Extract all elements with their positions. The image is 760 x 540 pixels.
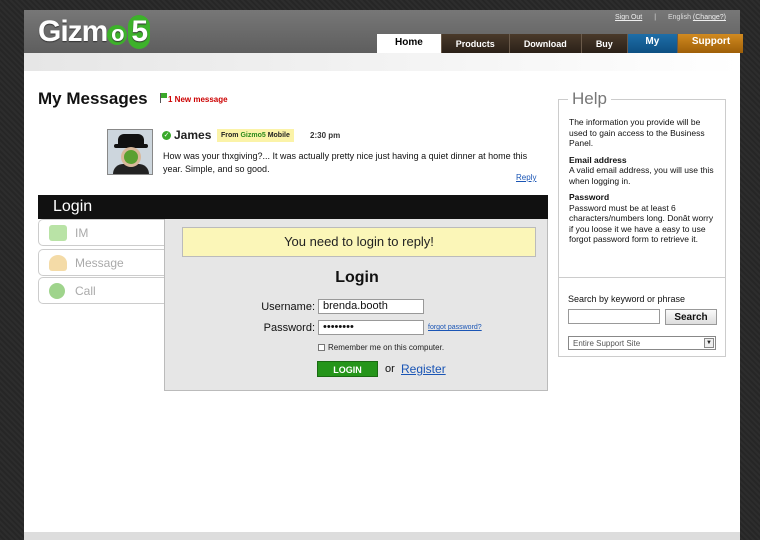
search-scope-select[interactable]: Entire Support Site ▼ xyxy=(568,336,716,350)
source-suffix: Mobile xyxy=(265,132,290,139)
side-tab-label: Call xyxy=(75,284,96,298)
sender-name: James xyxy=(174,128,212,142)
search-input[interactable] xyxy=(568,309,660,324)
sign-out-link[interactable]: Sign Out xyxy=(615,14,642,21)
search-button[interactable]: Search xyxy=(665,309,717,325)
reply-link[interactable]: Reply xyxy=(516,173,536,182)
remember-me-label[interactable]: Remember me on this computer. xyxy=(328,343,444,352)
tab-my[interactable]: My xyxy=(626,34,677,53)
search-label: Search by keyword or phrase xyxy=(568,294,686,304)
username-field[interactable]: brenda.booth xyxy=(318,299,424,314)
login-panel: You need to login to reply! Login Userna… xyxy=(164,219,548,391)
avatar xyxy=(107,129,153,175)
or-text: or xyxy=(385,363,395,375)
search-scope-value: Entire Support Site xyxy=(573,339,641,348)
help-password-text: Password must be at least 6 characters/n… xyxy=(569,202,714,245)
side-tab-label: Message xyxy=(75,256,124,270)
tab-support[interactable]: Support xyxy=(676,34,743,53)
forgot-password-link[interactable]: forgot password? xyxy=(428,324,482,331)
source-brand: Gizmo5 xyxy=(240,132,266,139)
language-label: English xyxy=(668,14,691,21)
tab-home[interactable]: Home xyxy=(377,34,441,54)
tab-download[interactable]: Download xyxy=(508,34,581,53)
tab-products[interactable]: Products xyxy=(440,34,509,53)
help-intro: The information you provide will be used… xyxy=(569,117,705,148)
password-field[interactable]: •••••••• xyxy=(318,320,424,335)
source-badge: From Gizmo5 Mobile xyxy=(217,129,294,142)
flag-icon xyxy=(160,93,167,103)
help-email-text: A valid email address, you will use this… xyxy=(569,165,714,186)
source-prefix: From xyxy=(221,132,241,139)
site-header: Gizm o 5 Sign Out | English (Change?) Home… xyxy=(24,10,743,54)
phone-icon xyxy=(49,283,65,299)
new-message-count: 1 New message xyxy=(168,95,228,104)
side-tab-im[interactable]: IM xyxy=(38,219,164,246)
message-body: How was your thxgiving?... It was actual… xyxy=(163,151,528,174)
content-top-bar xyxy=(24,53,740,71)
logo-text: Gizm xyxy=(38,15,108,48)
envelope-icon xyxy=(49,255,67,271)
register-link[interactable]: Register xyxy=(401,362,446,376)
chevron-down-icon: ▼ xyxy=(704,338,714,348)
logo-o: o xyxy=(107,23,128,45)
change-language-link[interactable]: (Change?) xyxy=(693,14,726,21)
page-footer xyxy=(24,532,740,540)
help-password-heading: Password xyxy=(569,192,610,202)
side-tab-label: IM xyxy=(75,226,89,240)
help-divider xyxy=(559,277,725,278)
side-tab-call[interactable]: Call xyxy=(38,277,164,304)
login-bar: Login xyxy=(38,195,548,219)
help-body: The information you provide will be used… xyxy=(569,117,719,245)
side-tab-message[interactable]: Message xyxy=(38,249,164,276)
page-title: My Messages xyxy=(38,89,148,108)
online-check-icon: ✓ xyxy=(162,131,171,140)
help-title: Help xyxy=(568,89,611,109)
new-message-indicator[interactable]: 1 New message xyxy=(160,93,228,104)
login-required-notice: You need to login to reply! xyxy=(182,227,536,257)
username-label: Username: xyxy=(261,301,315,313)
login-heading: Login xyxy=(335,269,379,286)
top-links: Sign Out | English (Change?) xyxy=(615,14,726,21)
password-label: Password: xyxy=(263,322,315,334)
main-content: My Messages 1 New message ✓ James From G… xyxy=(24,53,740,532)
message-time: 2:30 pm xyxy=(310,131,341,140)
tab-buy[interactable]: Buy xyxy=(580,34,627,53)
remember-me-checkbox[interactable] xyxy=(318,344,325,351)
login-button[interactable]: LOGIN xyxy=(317,361,378,377)
top-links-separator: | xyxy=(654,14,657,21)
chat-bubble-icon xyxy=(49,225,67,241)
help-email-heading: Email address xyxy=(569,154,627,165)
help-panel: Help The information you provide will be… xyxy=(558,89,726,357)
logo-five: 5 xyxy=(128,15,151,49)
main-nav: Home Products Download Buy My Support xyxy=(377,34,743,54)
gizmo5-logo[interactable]: Gizm o 5 xyxy=(38,15,151,49)
